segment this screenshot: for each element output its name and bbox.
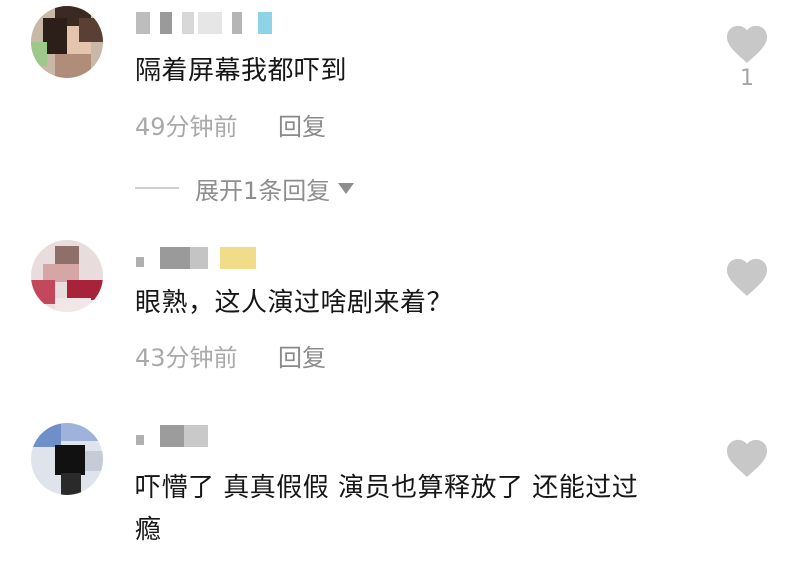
heart-icon[interactable] — [724, 436, 770, 478]
comment-text-line: 吓懵了 真真假假 演员也算释放了 还能过过 — [135, 473, 639, 503]
comment-time: 43分钟前 — [135, 344, 238, 372]
comment-text: 隔着屏幕我都吓到 — [135, 56, 348, 86]
comment-text-line: 瘾 — [135, 515, 162, 545]
comment-time: 49分钟前 — [135, 113, 238, 141]
user-avatar[interactable] — [31, 240, 103, 312]
comment-item: 眼熟，这人演过啥剧来着？ 43分钟前 回复 — [0, 215, 800, 405]
comment-text: 眼熟，这人演过啥剧来着？ — [135, 288, 454, 318]
user-avatar[interactable] — [31, 423, 103, 495]
expand-replies-label: 展开1条回复 — [195, 176, 331, 205]
reply-button[interactable]: 回复 — [278, 112, 326, 142]
caret-down-icon — [338, 182, 355, 194]
comment-item: 隔着屏幕我都吓到 49分钟前 回复 1 展开1条回复 — [0, 0, 800, 215]
divider-line — [135, 187, 179, 189]
heart-icon[interactable] — [724, 255, 770, 297]
like-count: 1 — [740, 66, 754, 91]
username-blurred[interactable] — [136, 12, 286, 34]
user-avatar[interactable] — [31, 6, 103, 78]
heart-icon[interactable] — [724, 22, 770, 64]
username-blurred[interactable] — [136, 247, 266, 269]
expand-replies-button[interactable]: 展开1条回复 — [135, 172, 355, 205]
username-blurred[interactable] — [136, 425, 216, 447]
reply-button[interactable]: 回复 — [278, 343, 326, 373]
comment-item: 吓懵了 真真假假 演员也算释放了 还能过过 瘾 — [0, 405, 800, 561]
